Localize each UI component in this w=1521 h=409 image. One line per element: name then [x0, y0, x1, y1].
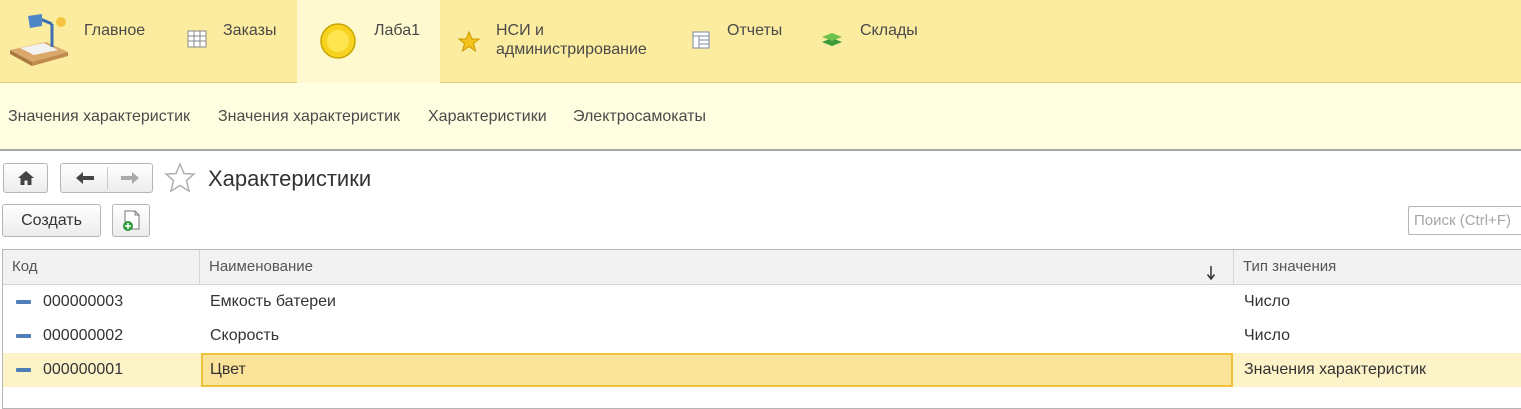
add-document-icon: [122, 210, 142, 237]
page-title: Характеристики: [208, 166, 372, 191]
arrow-left-icon: [76, 172, 94, 184]
desk-lamp-icon: [6, 12, 70, 71]
section-orders-label: Заказы: [223, 22, 277, 39]
cell-code: 000000001: [43, 361, 124, 378]
row-marker-icon: [16, 334, 31, 338]
report-table-icon: [692, 31, 710, 54]
home-icon: [17, 170, 35, 191]
cell-type: Значения характеристик: [1244, 361, 1427, 378]
star-icon: [457, 30, 481, 57]
section-warehouses[interactable]: Склады: [810, 0, 940, 83]
column-header-name-label: Наименование: [209, 258, 313, 275]
column-header-type[interactable]: Тип значения: [1234, 250, 1521, 284]
selected-cell-highlight: [201, 353, 1233, 387]
cell-code: 000000003: [43, 293, 124, 310]
column-header-code[interactable]: Код: [3, 250, 200, 284]
star-outline-icon[interactable]: [164, 162, 196, 198]
home-button[interactable]: [3, 163, 48, 193]
table-grid-icon: [187, 30, 207, 53]
forward-button[interactable]: [108, 164, 153, 192]
cell-name: Емкость батереи: [210, 293, 336, 310]
section-lab1-label: Лаба1: [374, 22, 420, 39]
table-header: Код Наименование Тип значения: [3, 250, 1521, 285]
search-input[interactable]: [1408, 206, 1521, 235]
section-orders[interactable]: Заказы: [170, 0, 297, 83]
subnav-scooters[interactable]: Электросамокаты: [573, 108, 706, 126]
row-marker-icon: [16, 368, 31, 372]
yellow-circle-icon: [319, 22, 357, 65]
section-warehouses-label: Склады: [860, 22, 918, 39]
history-nav: [60, 163, 153, 193]
section-main[interactable]: Главное: [0, 0, 170, 83]
subnav-char-values-2[interactable]: Значения характеристик: [218, 108, 400, 126]
function-panel: Значения характеристик Значения характер…: [0, 83, 1521, 151]
layers-icon: [821, 32, 843, 53]
section-reports[interactable]: Отчеты: [677, 0, 810, 83]
back-button[interactable]: [61, 164, 107, 192]
cell-name[interactable]: Цвет: [210, 353, 246, 387]
subnav-char-values-1[interactable]: Значения характеристик: [8, 108, 190, 126]
table-row-selected[interactable]: 000000001 Цвет Значения характеристик: [3, 353, 1521, 387]
copy-button[interactable]: [112, 204, 150, 237]
column-header-name[interactable]: Наименование: [200, 250, 1234, 284]
create-button[interactable]: Создать: [2, 204, 101, 237]
section-nsi[interactable]: НСИ и администрирование: [440, 0, 677, 83]
section-main-label: Главное: [84, 22, 146, 39]
table-row[interactable]: 000000003 Емкость батереи Число: [3, 285, 1521, 319]
characteristics-table: Код Наименование Тип значения 000000003 …: [2, 249, 1521, 409]
subnav-characteristics[interactable]: Характеристики: [428, 108, 547, 126]
section-nsi-label: НСИ и администрирование: [496, 22, 647, 58]
cell-type: Число: [1244, 293, 1291, 310]
cell-name: Скорость: [210, 327, 280, 344]
sections-panel: Главное Заказы Лаба1 НСИ и администриров…: [0, 0, 1521, 83]
create-button-label: Создать: [21, 211, 82, 229]
cell-type: Число: [1244, 327, 1291, 344]
arrow-right-icon: [121, 172, 139, 184]
row-marker-icon: [16, 300, 31, 304]
section-reports-label: Отчеты: [727, 22, 783, 39]
table-row[interactable]: 000000002 Скорость Число: [3, 319, 1521, 353]
cell-code: 000000002: [43, 327, 124, 344]
section-lab1[interactable]: Лаба1: [297, 0, 440, 83]
